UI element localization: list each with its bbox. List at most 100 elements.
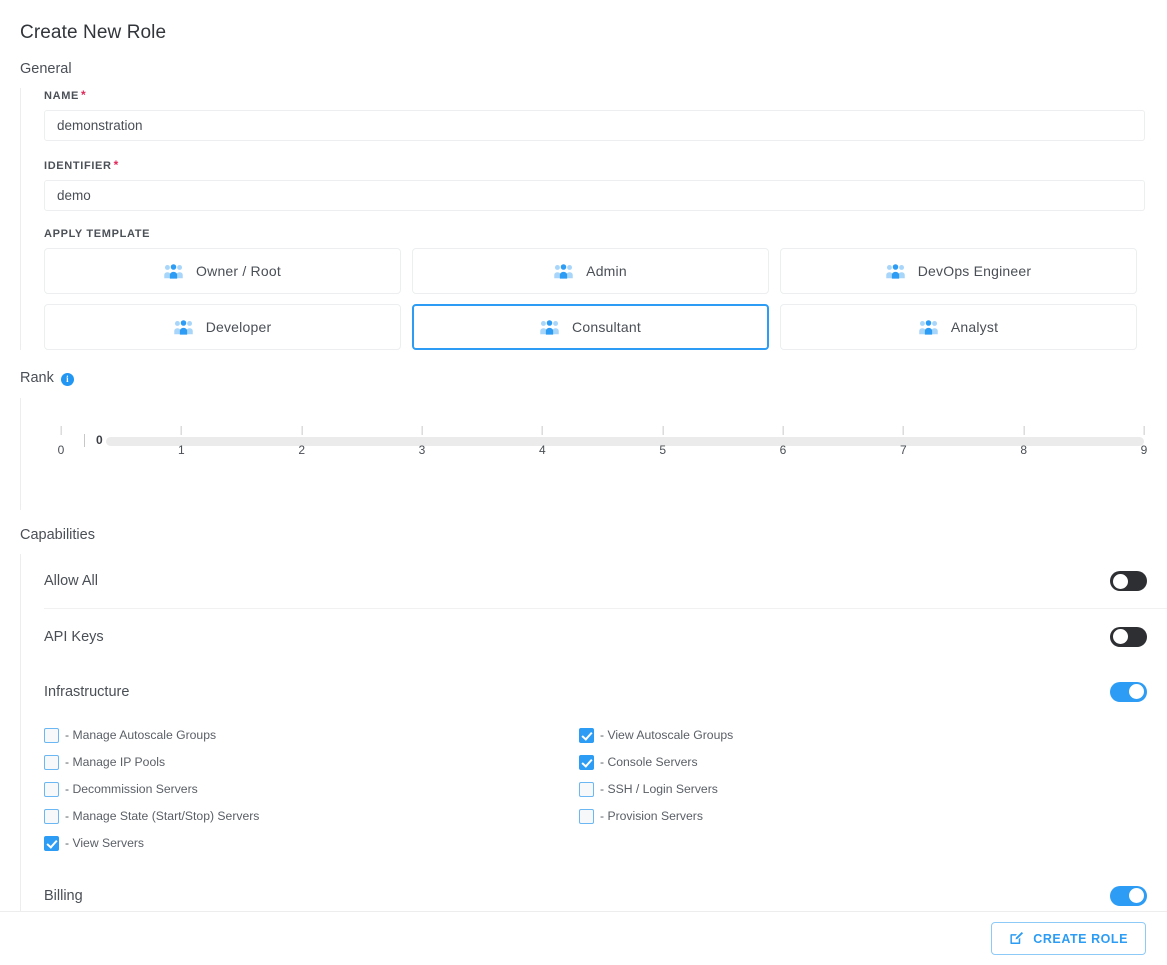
permission-item[interactable]: - SSH / Login Servers [579, 778, 1114, 800]
rank-tick-label: 8 [1020, 443, 1027, 457]
name-field-block: NAME * [44, 88, 1167, 141]
capability-label-billing: Billing [44, 887, 83, 904]
permission-checkbox[interactable] [44, 727, 59, 743]
permission-checkbox[interactable] [44, 781, 59, 797]
rank-tick-9: 9 [1140, 426, 1148, 459]
toggle-api-keys[interactable] [1110, 626, 1147, 647]
rank-tick-6: 6 [780, 426, 786, 459]
rank-tick-4: 4 [539, 426, 546, 459]
create-role-page: Create New Role General NAME* IDENTIFIER… [0, 0, 1167, 965]
permission-label: - Decommission Servers [65, 782, 198, 796]
capability-row-allow-all: Allow All [44, 554, 1167, 609]
name-field-label: NAME * [44, 88, 1167, 102]
apply-template-label: APPLY TEMPLATE [44, 228, 151, 240]
permission-label: - Manage Autoscale Groups [65, 728, 217, 742]
identifier-field-block: IDENTIFIER * [44, 158, 1167, 211]
rank-tick-mark [60, 426, 62, 435]
template-button-label: DevOps Engineer [917, 263, 1032, 279]
permission-item[interactable]: - Manage State (Start/Stop) Servers [44, 805, 579, 827]
rank-tick-mark [301, 426, 303, 435]
permission-label: - Manage IP Pools [65, 755, 166, 769]
template-button-consultant[interactable]: Consultant [412, 304, 769, 350]
toggle-knob [1113, 573, 1128, 589]
edit-square-icon [1010, 931, 1024, 945]
template-button-analyst[interactable]: Analyst [780, 304, 1137, 350]
permission-label: - SSH / Login Servers [600, 782, 718, 796]
template-button-admin[interactable]: Admin [412, 248, 769, 294]
toggle-billing[interactable] [1110, 885, 1147, 906]
users-icon [540, 319, 559, 335]
capability-row-billing: Billing [44, 868, 1167, 911]
toggle-knob [1113, 629, 1128, 644]
template-button-label: Developer [205, 319, 272, 335]
permission-checkbox[interactable] [44, 754, 59, 770]
identifier-label-text: IDENTIFIER [44, 160, 112, 172]
permission-checkbox[interactable] [579, 781, 594, 797]
permission-item[interactable]: - Manage IP Pools [44, 751, 579, 773]
users-icon [173, 319, 193, 335]
identifier-input[interactable] [44, 180, 1145, 211]
permission-checkbox[interactable] [44, 835, 59, 851]
users-icon [554, 263, 573, 279]
rank-tick-3: 3 [419, 426, 425, 459]
users-icon [919, 319, 938, 335]
users-icon [173, 319, 193, 335]
info-icon[interactable] [60, 372, 74, 386]
permission-checkbox[interactable] [579, 754, 594, 770]
users-icon [164, 263, 183, 279]
permission-checkbox[interactable] [44, 808, 59, 824]
rank-section-heading: Rank [0, 350, 1167, 386]
rank-tick-label: 0 [57, 443, 65, 457]
permission-label: - Manage State (Start/Stop) Servers [65, 809, 260, 823]
users-icon [885, 263, 905, 279]
template-button-developer[interactable]: Developer [44, 304, 401, 350]
apply-template-grid: Owner / Root Admin DevOps Engineer Develope… [44, 248, 1167, 350]
create-role-button[interactable]: CREATE ROLE [991, 922, 1146, 955]
name-input[interactable] [44, 110, 1145, 141]
rank-tick-0: 0 [57, 426, 65, 459]
permission-item[interactable]: - Decommission Servers [44, 778, 579, 800]
rank-tick-5: 5 [659, 426, 666, 459]
permission-item[interactable]: - Console Servers [579, 751, 1114, 773]
rank-tick-mark [1023, 426, 1025, 435]
template-button-label: Analyst [950, 319, 999, 335]
rank-tick-8: 8 [1020, 426, 1027, 459]
form-scroll-area[interactable]: Create New Role General NAME* IDENTIFIER… [0, 0, 1167, 911]
capability-label-allow-all: Allow All [44, 573, 98, 589]
rank-tick-mark [782, 426, 784, 435]
permission-item[interactable]: - View Servers [44, 832, 579, 854]
toggle-knob [1129, 888, 1144, 903]
permission-checkbox[interactable] [579, 808, 594, 824]
rank-tick-mark [902, 426, 904, 435]
template-button-devops-engineer[interactable]: DevOps Engineer [780, 248, 1137, 294]
permission-label: - View Servers [65, 836, 145, 850]
permissions-left-column: - Manage Autoscale Groups - Manage IP Poo… [44, 724, 579, 854]
capability-row-api-keys: API Keys [44, 609, 1167, 664]
rank-tick-mark [1143, 426, 1145, 435]
template-button-label: Owner / Root [196, 263, 281, 279]
rank-tick-mark [421, 426, 423, 435]
rank-tick-7: 7 [900, 426, 907, 459]
template-button-label: Consultant [572, 319, 641, 335]
users-icon [164, 263, 183, 279]
toggle-infrastructure[interactable] [1110, 681, 1147, 702]
permission-label: - Console Servers [600, 755, 698, 769]
rank-tick-axis: 0 1 2 3 4 5 6 7 8 9 [57, 426, 1147, 462]
template-button-owner-root[interactable]: Owner / Root [44, 248, 401, 294]
toggle-allow-all[interactable] [1110, 571, 1147, 591]
toggle-knob [1129, 684, 1144, 699]
rank-tick-label: 9 [1140, 443, 1148, 457]
template-button-label: Admin [586, 263, 627, 279]
capability-row-infrastructure: Infrastructure [44, 664, 1167, 719]
users-icon [540, 319, 559, 335]
permission-checkbox[interactable] [579, 727, 594, 743]
permission-item[interactable]: - Manage Autoscale Groups [44, 724, 579, 746]
rank-tick-label: 1 [177, 443, 185, 457]
capabilities-panel: Allow All API Keys Infrastructure - Mana… [20, 554, 1167, 911]
permission-item[interactable]: - View Autoscale Groups [579, 724, 1114, 746]
capability-label-infrastructure: Infrastructure [44, 683, 130, 700]
permission-item[interactable]: - Provision Servers [579, 805, 1114, 827]
name-label-text: NAME [44, 90, 79, 102]
rank-tick-2: 2 [298, 426, 305, 459]
rank-panel: 0 0 1 2 3 4 5 6 7 8 9 [20, 398, 1167, 510]
